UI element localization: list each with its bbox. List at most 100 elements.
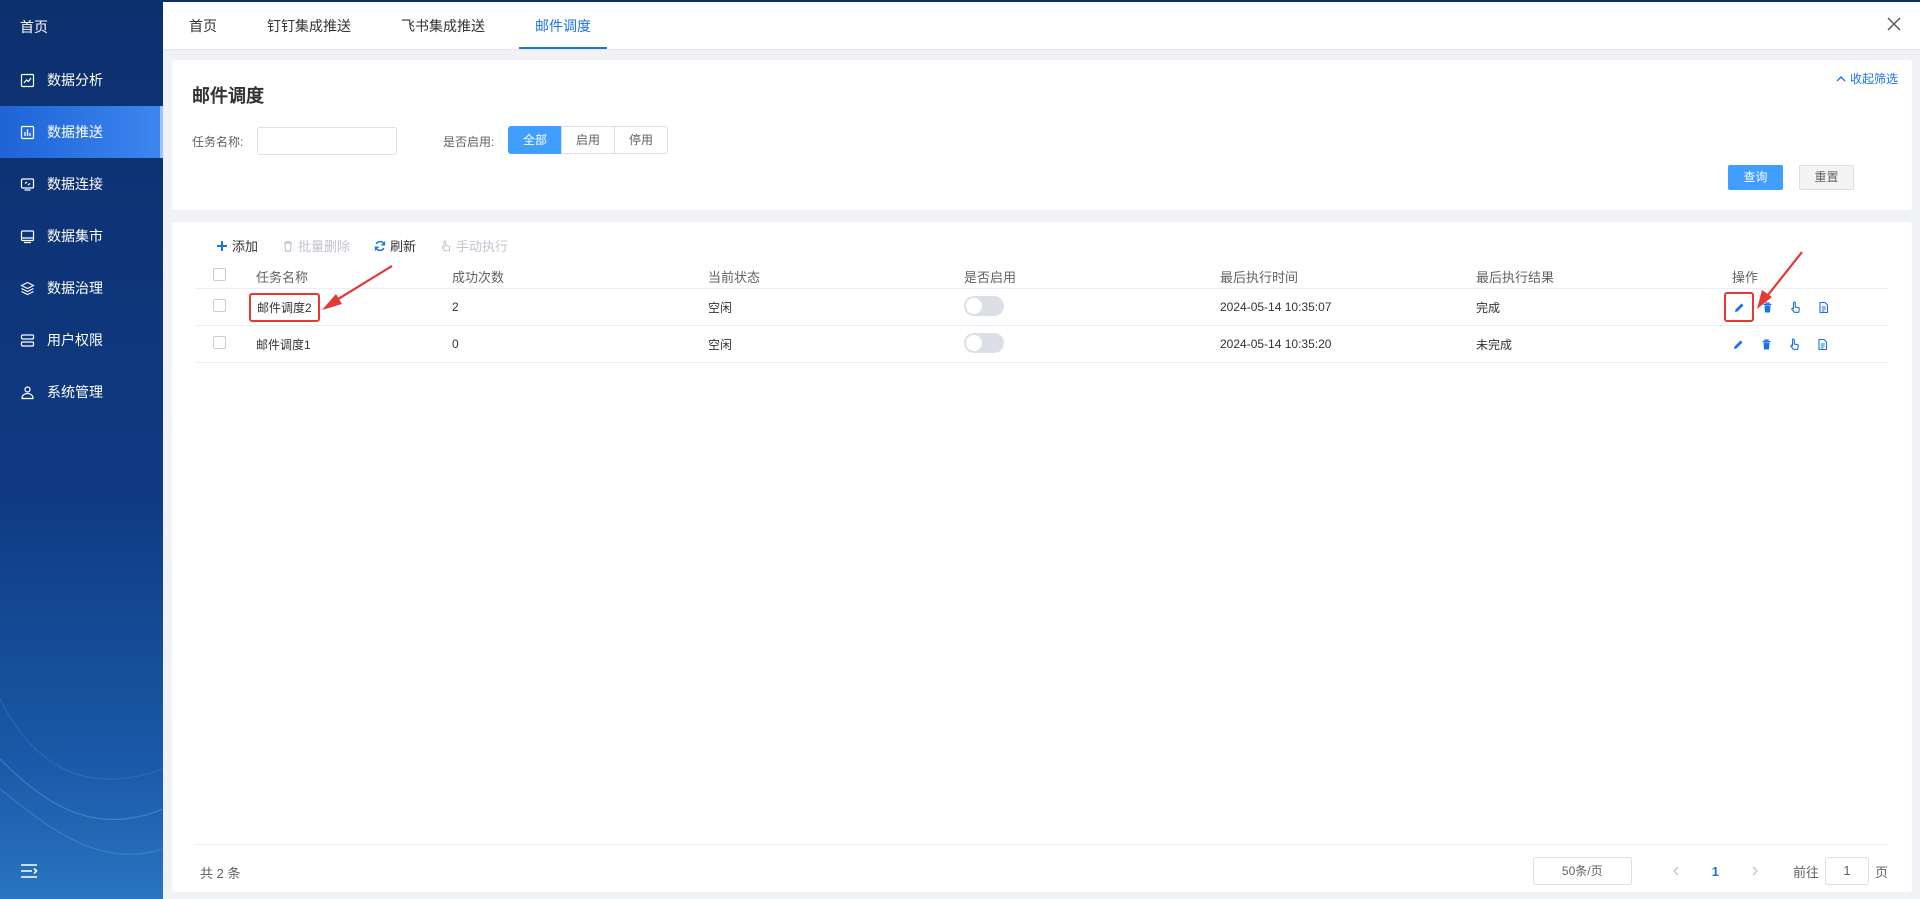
enabled-toggle[interactable]	[964, 332, 1004, 353]
plus-icon	[216, 240, 228, 252]
sidebar-item-label: 数据推送	[47, 124, 103, 140]
success-count-cell: 0	[452, 337, 459, 351]
menu-collapse-icon[interactable]	[20, 863, 38, 879]
table-panel: 添加 批量删除 刷新 手动执行 任务名称 成功次数 当前状态 是否启用 最后执行…	[172, 222, 1912, 892]
enabled-option-on[interactable]: 启用	[561, 126, 616, 154]
delete-icon[interactable]	[1761, 301, 1774, 314]
add-button[interactable]: 添加	[216, 236, 258, 255]
column-header-success-count: 成功次数	[452, 269, 505, 285]
collapse-filter-label: 收起筛选	[1849, 72, 1898, 86]
trash-icon	[282, 240, 294, 252]
last-time-cell: 2024-05-14 10:35:07	[1220, 300, 1332, 314]
goto-page-input[interactable]: 1	[1824, 857, 1869, 885]
sidebar-item-user-permission[interactable]: 用户权限	[0, 314, 163, 366]
enabled-option-off[interactable]: 停用	[614, 126, 669, 154]
collapse-filter-link[interactable]: 收起筛选	[1836, 70, 1898, 87]
pagination: 50条/页 1 前往 1 页	[1532, 857, 1888, 885]
column-header-last-time: 最后执行时间	[1220, 269, 1299, 285]
last-time-cell: 2024-05-14 10:35:20	[1220, 337, 1332, 351]
sidebar-item-data-mart[interactable]: 数据集市	[0, 210, 163, 262]
tab-mail-schedule[interactable]: 邮件调度	[519, 2, 607, 49]
connection-icon	[20, 177, 35, 192]
sidebar-home[interactable]: 首页	[0, 0, 163, 54]
task-name-label: 任务名称:	[192, 135, 244, 149]
row-actions	[1732, 338, 1888, 351]
sidebar-item-data-push[interactable]: 数据推送	[0, 106, 163, 158]
sidebar-item-label: 数据连接	[47, 176, 103, 192]
manual-run-icon[interactable]	[1789, 301, 1802, 314]
filter-panel: 邮件调度 收起筛选 任务名称: 是否启用: 全部 启用 停用 查询 重置	[172, 60, 1912, 210]
table-header: 任务名称 成功次数 当前状态 是否启用 最后执行时间 最后执行结果 操作	[196, 264, 1888, 289]
log-document-icon[interactable]	[1816, 338, 1829, 351]
page-suffix: 页	[1874, 864, 1888, 880]
page-size-select[interactable]: 50条/页	[1532, 857, 1632, 885]
manual-run-icon[interactable]	[1788, 338, 1801, 351]
column-header-enabled: 是否启用	[964, 269, 1017, 285]
tab-home[interactable]: 首页	[173, 2, 233, 49]
pencil-icon[interactable]	[1732, 338, 1745, 351]
enabled-option-all[interactable]: 全部	[508, 126, 563, 154]
sidebar: 首页 数据分析 数据推送 数据连接 数据集市 数据治理 用户权限 系统管理	[0, 0, 163, 899]
task-name-cell: 邮件调度1	[256, 337, 311, 352]
column-header-actions: 操作	[1732, 269, 1759, 285]
row-checkbox[interactable]	[213, 299, 226, 312]
refresh-label: 刷新	[390, 239, 417, 254]
last-result-cell: 未完成	[1476, 337, 1513, 352]
total-count: 共 2 条	[200, 866, 241, 881]
sidebar-item-data-connection[interactable]: 数据连接	[0, 158, 163, 210]
batch-delete-button[interactable]: 批量删除	[282, 236, 350, 255]
column-header-status: 当前状态	[708, 269, 761, 285]
sidebar-item-label: 用户权限	[47, 332, 103, 348]
enabled-filter-group: 全部 启用 停用	[508, 126, 669, 154]
success-count-cell: 2	[452, 300, 459, 314]
edit-button[interactable]	[1724, 292, 1754, 322]
reset-button[interactable]: 重置	[1799, 165, 1854, 190]
goto-label: 前往	[1792, 864, 1819, 880]
tab-feishu-push[interactable]: 飞书集成推送	[385, 2, 501, 49]
close-icon[interactable]	[1886, 16, 1902, 32]
row-checkbox[interactable]	[213, 336, 226, 349]
page-number[interactable]: 1	[1712, 864, 1719, 879]
task-name-input[interactable]	[257, 127, 397, 155]
table-toolbar: 添加 批量删除 刷新 手动执行	[216, 236, 532, 255]
status-cell: 空闲	[708, 300, 733, 315]
analytics-icon	[20, 73, 35, 88]
user-permission-icon	[20, 333, 35, 348]
row-actions	[1724, 292, 1888, 322]
sidebar-item-label: 系统管理	[47, 384, 103, 400]
sidebar-item-data-analysis[interactable]: 数据分析	[0, 54, 163, 106]
next-page-icon[interactable]	[1748, 864, 1762, 878]
manual-run-button[interactable]: 手动执行	[440, 236, 508, 255]
enabled-toggle[interactable]	[964, 295, 1004, 316]
table-row: 邮件调度1 0 空闲 2024-05-14 10:35:20 未完成	[196, 326, 1888, 363]
batch-delete-label: 批量删除	[298, 239, 351, 254]
table-row: 邮件调度2 2 空闲 2024-05-14 10:35:07 完成	[196, 289, 1888, 326]
sidebar-item-label: 数据分析	[47, 72, 103, 88]
page-title: 邮件调度	[192, 86, 264, 106]
last-result-cell: 完成	[1476, 300, 1501, 315]
enabled-label: 是否启用:	[443, 135, 495, 149]
column-header-last-result: 最后执行结果	[1476, 269, 1555, 285]
sidebar-item-label: 数据治理	[47, 280, 103, 296]
select-all-checkbox[interactable]	[213, 268, 226, 281]
column-header-name: 任务名称	[256, 269, 309, 285]
refresh-button[interactable]: 刷新	[374, 236, 416, 255]
log-document-icon[interactable]	[1817, 301, 1830, 314]
add-label: 添加	[232, 239, 259, 254]
delete-icon[interactable]	[1760, 338, 1773, 351]
task-name-cell: 邮件调度2	[249, 292, 320, 322]
governance-icon	[20, 281, 35, 296]
system-icon	[20, 385, 35, 400]
sidebar-item-data-governance[interactable]: 数据治理	[0, 262, 163, 314]
task-table: 任务名称 成功次数 当前状态 是否启用 最后执行时间 最后执行结果 操作 邮件调…	[196, 264, 1888, 363]
push-icon	[20, 125, 35, 140]
prev-page-icon[interactable]	[1669, 864, 1683, 878]
sidebar-item-system-management[interactable]: 系统管理	[0, 366, 163, 418]
sidebar-wave-decoration	[0, 698, 163, 855]
refresh-icon	[374, 240, 386, 252]
query-button[interactable]: 查询	[1728, 165, 1783, 190]
chevron-up-icon	[1836, 75, 1846, 81]
table-footer-divider	[196, 844, 1888, 845]
datamart-icon	[20, 229, 35, 244]
tab-dingtalk-push[interactable]: 钉钉集成推送	[251, 2, 367, 49]
